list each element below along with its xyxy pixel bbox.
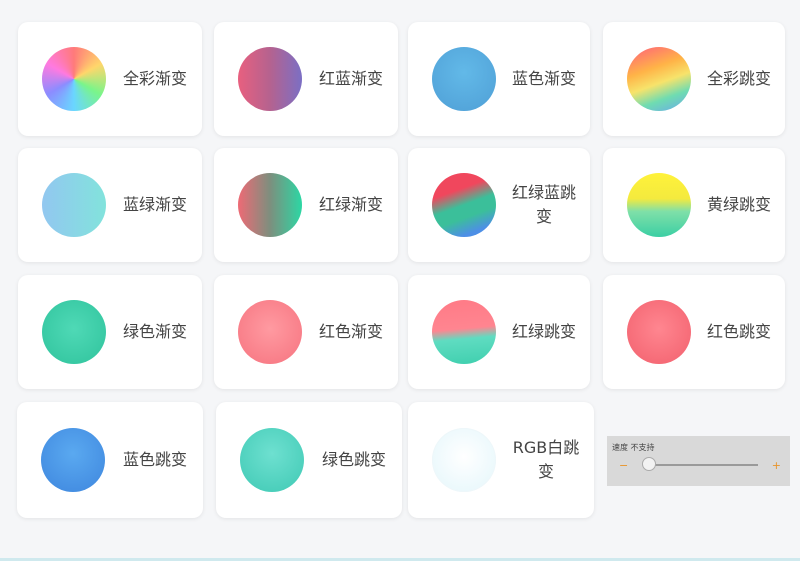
yellow-green-jump-orb-icon bbox=[627, 173, 691, 237]
full-color-jump-orb-icon bbox=[627, 47, 691, 111]
red-green-jump-orb-icon bbox=[432, 300, 496, 364]
speed-control-panel: 速度 不支持 − + bbox=[607, 436, 790, 486]
red-blue-gradient-orb-icon bbox=[238, 47, 302, 111]
mode-card-label: 蓝色渐变 bbox=[511, 69, 576, 88]
red-jump-orb-icon bbox=[627, 300, 691, 364]
mode-card-blue-jump[interactable]: 蓝色跳变 bbox=[17, 402, 203, 518]
mode-card-red-gradient[interactable]: 红色渐变 bbox=[214, 275, 398, 389]
mode-card-label: 蓝绿渐变 bbox=[122, 195, 187, 214]
blue-jump-orb-icon bbox=[41, 428, 105, 492]
red-green-gradient-orb-icon bbox=[238, 173, 302, 237]
green-jump-orb-icon bbox=[240, 428, 304, 492]
speed-decrease-button[interactable]: − bbox=[619, 459, 628, 472]
mode-card-label: 红色渐变 bbox=[318, 322, 383, 341]
full-color-gradient-orb-icon bbox=[42, 47, 106, 111]
mode-card-red-jump[interactable]: 红色跳变 bbox=[603, 275, 785, 389]
mode-card-label: 红绿跳变 bbox=[511, 322, 576, 341]
mode-card-label: 黄绿跳变 bbox=[706, 195, 771, 214]
speed-increase-button[interactable]: + bbox=[772, 459, 781, 472]
mode-card-label: 红绿渐变 bbox=[318, 195, 383, 214]
mode-card-rgb-white-jump[interactable]: RGB白跳变 bbox=[408, 402, 594, 518]
mode-card-label: 绿色渐变 bbox=[122, 322, 187, 341]
red-green-blue-jump-orb-icon bbox=[432, 173, 496, 237]
mode-card-green-jump[interactable]: 绿色跳变 bbox=[216, 402, 402, 518]
green-gradient-orb-icon bbox=[42, 300, 106, 364]
mode-card-red-green-jump[interactable]: 红绿跳变 bbox=[408, 275, 590, 389]
mode-card-label: 红蓝渐变 bbox=[318, 69, 383, 88]
speed-slider-thumb[interactable] bbox=[642, 457, 656, 471]
mode-card-red-green-gradient[interactable]: 红绿渐变 bbox=[214, 148, 398, 262]
mode-card-green-gradient[interactable]: 绿色渐变 bbox=[18, 275, 202, 389]
mode-card-yellow-green-jump[interactable]: 黄绿跳变 bbox=[603, 148, 785, 262]
red-gradient-orb-icon bbox=[238, 300, 302, 364]
mode-card-label: 全彩渐变 bbox=[122, 69, 187, 88]
mode-card-label: 红绿蓝跳变 bbox=[511, 183, 576, 226]
mode-card-label: 蓝色跳变 bbox=[122, 450, 187, 469]
mode-card-label: 全彩跳变 bbox=[706, 69, 771, 88]
mode-card-red-blue-gradient[interactable]: 红蓝渐变 bbox=[214, 22, 398, 136]
mode-card-red-green-blue-jump[interactable]: 红绿蓝跳变 bbox=[408, 148, 590, 262]
mode-card-label: 绿色跳变 bbox=[321, 450, 386, 469]
mode-card-full-color-gradient[interactable]: 全彩渐变 bbox=[18, 22, 202, 136]
speed-label: 速度 不支持 bbox=[612, 443, 655, 452]
speed-slider-track[interactable] bbox=[643, 464, 758, 466]
blue-gradient-orb-icon bbox=[432, 47, 496, 111]
mode-card-label: RGB白跳变 bbox=[512, 438, 580, 481]
mode-card-label: 红色跳变 bbox=[706, 322, 771, 341]
rgb-white-jump-orb-icon bbox=[432, 428, 496, 492]
mode-card-blue-gradient[interactable]: 蓝色渐变 bbox=[408, 22, 590, 136]
blue-green-gradient-orb-icon bbox=[42, 173, 106, 237]
mode-card-blue-green-gradient[interactable]: 蓝绿渐变 bbox=[18, 148, 202, 262]
mode-card-full-color-jump[interactable]: 全彩跳变 bbox=[603, 22, 785, 136]
